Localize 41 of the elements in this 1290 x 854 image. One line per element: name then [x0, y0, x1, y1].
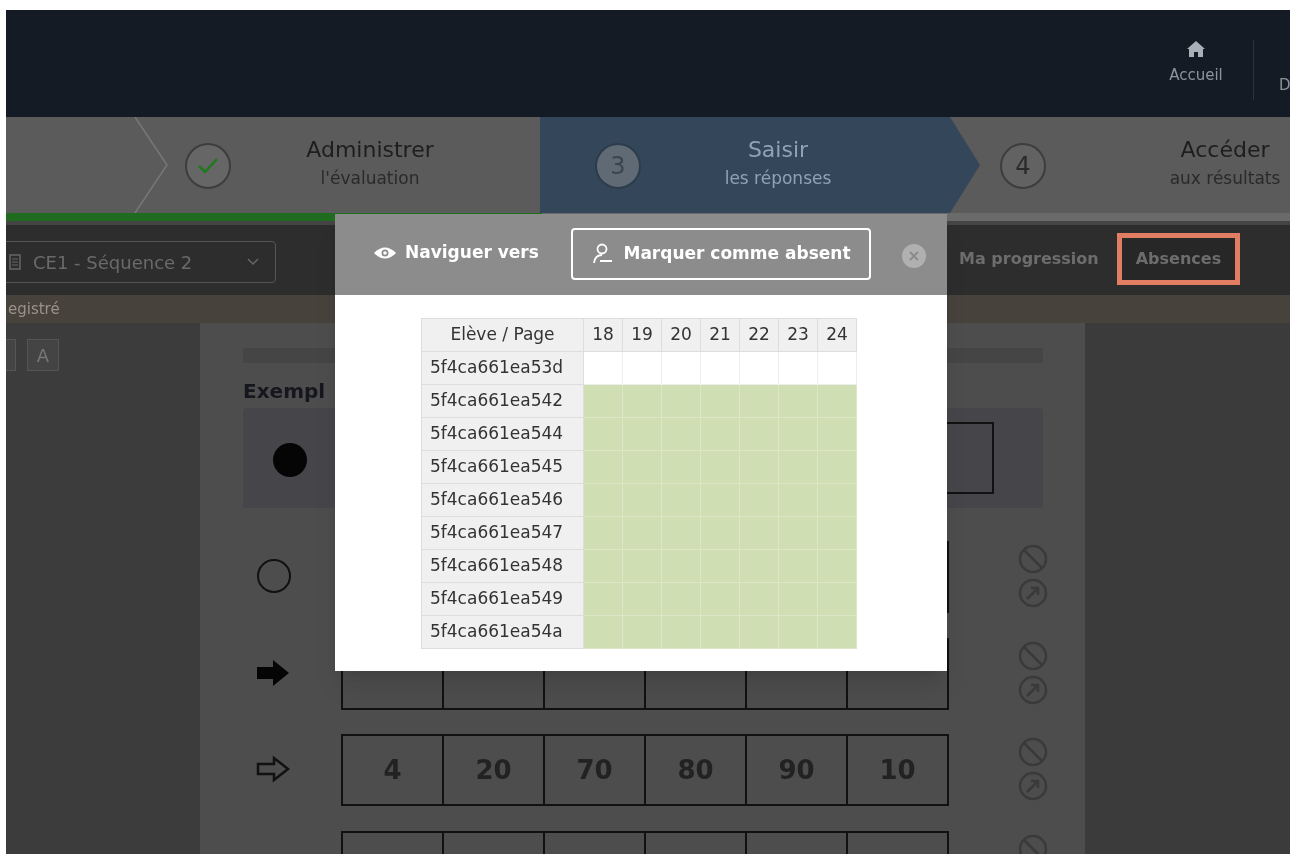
arrow-right-icon — [256, 755, 290, 783]
person-icon — [591, 243, 614, 265]
student-cell[interactable]: 5f4ca661ea54a — [421, 615, 584, 649]
column-header: Elève / Page — [421, 318, 584, 352]
column-header: 24 — [817, 318, 857, 352]
step-separator-icon — [134, 117, 168, 213]
font-size-button[interactable] — [6, 339, 16, 371]
home-link[interactable]: Accueil — [1169, 64, 1223, 87]
column-header: 22 — [739, 318, 779, 352]
circle-icon — [256, 558, 292, 594]
eye-icon — [373, 245, 397, 260]
column-header: 19 — [622, 318, 662, 352]
column-header: 23 — [778, 318, 818, 352]
step-number: 4 — [1000, 143, 1046, 189]
step-title: Saisir — [747, 136, 809, 164]
close-icon[interactable] — [902, 244, 926, 268]
mark-absent-button[interactable]: Marquer comme absent — [571, 228, 871, 280]
student-cell[interactable]: 5f4ca661ea53d — [421, 351, 584, 385]
filled-circle-icon — [272, 442, 308, 478]
step-subtitle: les réponses — [724, 167, 832, 190]
student-cell[interactable]: 5f4ca661ea544 — [421, 417, 584, 451]
student-cell[interactable]: 5f4ca661ea549 — [421, 582, 584, 616]
tab[interactable]: Absences — [1116, 233, 1241, 285]
step-title: Accéder — [1180, 136, 1270, 164]
student-cell[interactable]: 5f4ca661ea545 — [421, 450, 584, 484]
home-icon — [1186, 40, 1206, 58]
example-label: Exempl — [243, 378, 326, 405]
student-cell[interactable]: 5f4ca661ea546 — [421, 483, 584, 517]
student-cell[interactable]: 5f4ca661ea542 — [421, 384, 584, 418]
caret-icon — [247, 258, 259, 266]
column-header: 18 — [583, 318, 623, 352]
column-header: 21 — [700, 318, 740, 352]
navigate-button[interactable]: Naviguer vers — [373, 240, 539, 266]
student-cell[interactable]: 5f4ca661ea548 — [421, 549, 584, 583]
notice-text: egistré — [8, 298, 60, 320]
column-header: 20 — [661, 318, 701, 352]
nav-link[interactable]: D — [1279, 74, 1290, 97]
step-title: Administrer — [306, 136, 434, 164]
student-cell[interactable]: 5f4ca661ea547 — [421, 516, 584, 550]
arrow-right-icon — [256, 659, 290, 687]
document-icon — [9, 254, 21, 270]
